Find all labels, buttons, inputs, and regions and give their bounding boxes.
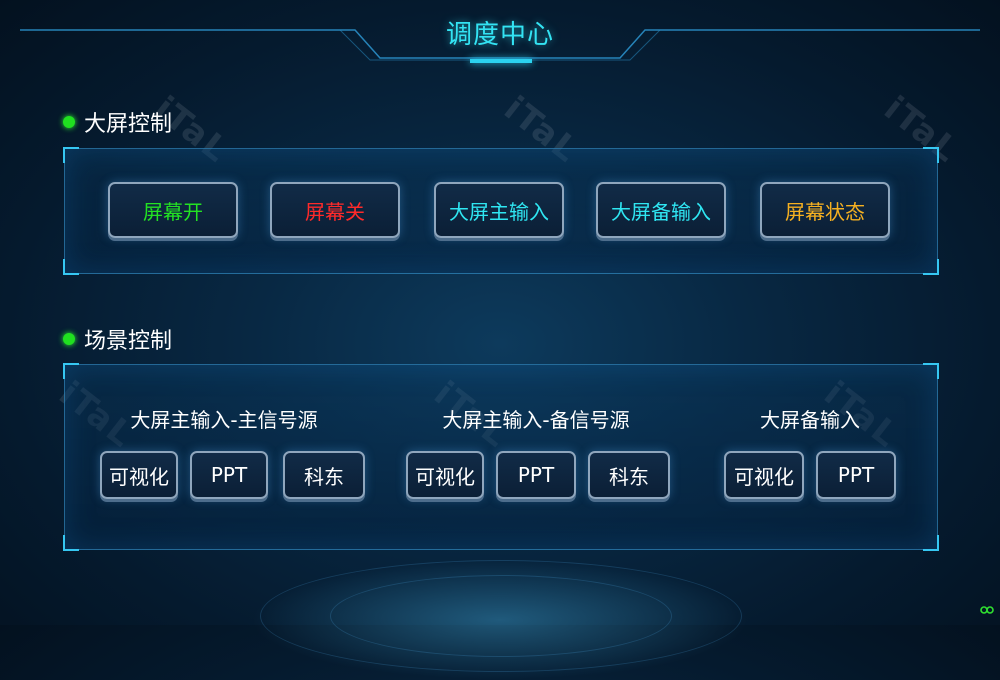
panel-corner	[63, 363, 79, 379]
panel-corner	[923, 535, 939, 551]
screen-on-button[interactable]: 屏幕开	[108, 182, 238, 238]
button-label: 屏幕关	[305, 199, 365, 224]
header: 调度中心	[0, 0, 1000, 70]
panel-corner	[63, 259, 79, 275]
scene-main-primary-kedong-button[interactable]: 科东	[283, 451, 365, 499]
scene-main-primary-ppt-button[interactable]: PPT	[190, 451, 268, 499]
scene-main-primary-visual-button[interactable]: 可视化	[100, 451, 178, 499]
status-dot-icon	[63, 116, 75, 128]
panel-corner	[923, 363, 939, 379]
panel-corner	[63, 147, 79, 163]
status-dot-icon	[63, 333, 75, 345]
screen-status-button[interactable]: 屏幕状态	[760, 182, 890, 238]
screen-off-button[interactable]: 屏幕关	[270, 182, 400, 238]
button-label: 大屏主输入	[449, 199, 549, 224]
button-label: PPT	[517, 463, 555, 487]
panel-corner	[923, 147, 939, 163]
button-label: 科东	[609, 464, 649, 489]
button-label: PPT	[210, 463, 248, 487]
scene-main-backup-kedong-button[interactable]: 科东	[588, 451, 670, 499]
panel-corner	[923, 259, 939, 275]
scene-group-title: 大屏备输入	[760, 408, 860, 432]
panel-corner	[63, 535, 79, 551]
button-label: 可视化	[734, 464, 794, 489]
main-input-button[interactable]: 大屏主输入	[434, 182, 564, 238]
scene-backup-visual-button[interactable]: 可视化	[724, 451, 804, 499]
section-heading-label: 场景控制	[84, 329, 173, 354]
scene-backup-ppt-button[interactable]: PPT	[816, 451, 896, 499]
button-label: 可视化	[109, 464, 169, 489]
button-label: 大屏备输入	[611, 199, 711, 224]
section-heading-scene-control: 场景控制	[63, 323, 172, 355]
section-heading-screen-control: 大屏控制	[63, 106, 172, 138]
button-label: 可视化	[415, 464, 475, 489]
page-title: 调度中心	[445, 20, 554, 50]
link-icon	[980, 606, 994, 614]
button-label: PPT	[837, 463, 875, 487]
button-label: 科东	[304, 464, 344, 489]
background-ring	[260, 560, 742, 672]
scene-group-title: 大屏主输入-备信号源	[442, 408, 630, 432]
scene-main-backup-ppt-button[interactable]: PPT	[496, 451, 576, 499]
backup-input-button[interactable]: 大屏备输入	[596, 182, 726, 238]
section-heading-label: 大屏控制	[84, 112, 173, 137]
title-underline	[470, 59, 532, 63]
button-label: 屏幕状态	[785, 199, 865, 224]
scene-main-backup-visual-button[interactable]: 可视化	[406, 451, 484, 499]
scene-group-title: 大屏主输入-主信号源	[130, 408, 318, 432]
button-label: 屏幕开	[143, 199, 203, 224]
